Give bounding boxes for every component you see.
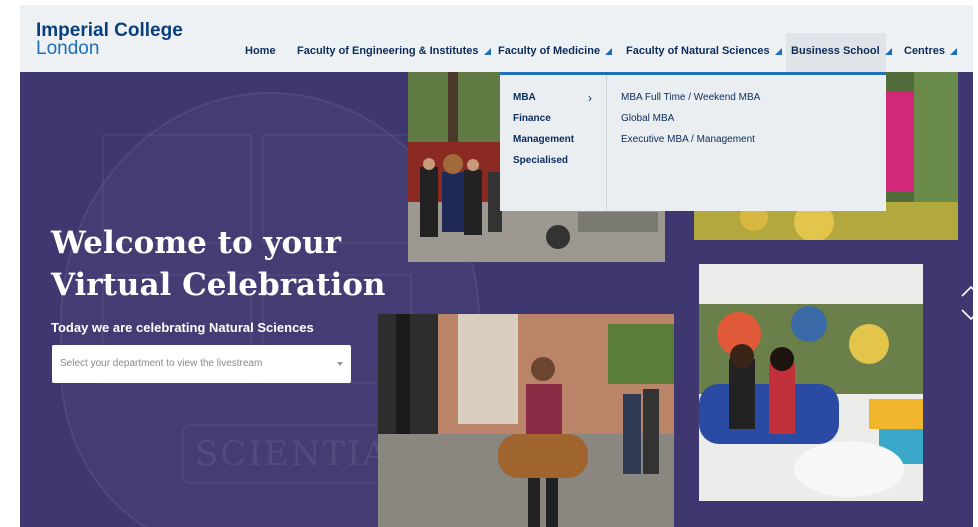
- department-select[interactable]: Select your department to view the lives…: [52, 345, 351, 383]
- menu-category-management[interactable]: Management: [513, 134, 574, 145]
- hero-subtitle: Today we are celebrating Natural Science…: [51, 320, 314, 335]
- menu-category-specialised[interactable]: Specialised: [513, 155, 568, 166]
- hero-title: Welcome to your Virtual Celebration: [51, 222, 411, 306]
- caret-icon: [483, 48, 491, 55]
- photo-drummer: [378, 314, 674, 527]
- page: Imperial College London Home Faculty of …: [0, 0, 978, 527]
- chevron-right-icon: ›: [588, 91, 592, 105]
- arrow-down-icon[interactable]: [961, 309, 973, 321]
- imperial-logo[interactable]: Imperial College London: [36, 21, 183, 59]
- hero-title-line1: Welcome to your: [51, 225, 342, 261]
- hero-title-line2: Virtual Celebration: [51, 267, 386, 303]
- nav-natural-sciences[interactable]: Faculty of Natural Sciences: [626, 45, 782, 57]
- mega-menu-categories: MBA › Finance Management Specialised: [500, 75, 607, 211]
- menu-category-finance[interactable]: Finance: [513, 113, 551, 124]
- crest-motto: SCIENTIA: [182, 424, 402, 484]
- caret-icon: [774, 48, 782, 55]
- dropdown-arrow-icon: [337, 362, 343, 366]
- caret-icon: [949, 48, 957, 55]
- department-select-placeholder: Select your department to view the lives…: [60, 358, 263, 369]
- submenu-item-mba-full-time[interactable]: MBA Full Time / Weekend MBA: [621, 92, 760, 103]
- caret-icon: [605, 48, 613, 55]
- submenu-item-global-mba[interactable]: Global MBA: [621, 113, 674, 124]
- nav-business-school[interactable]: Business School: [791, 45, 892, 57]
- caret-icon: [884, 48, 892, 55]
- arrow-up-icon[interactable]: [961, 285, 973, 297]
- nav-medicine[interactable]: Faculty of Medicine: [498, 45, 613, 57]
- submenu-item-executive-mba[interactable]: Executive MBA / Management: [621, 134, 755, 145]
- nav-engineering[interactable]: Faculty of Engineering & Institutes: [297, 45, 491, 57]
- logo-line2: London: [36, 38, 100, 59]
- nav-home[interactable]: Home: [245, 45, 276, 57]
- menu-category-mba[interactable]: MBA: [513, 92, 536, 103]
- photo-students-sofa: [699, 264, 923, 501]
- nav-centres[interactable]: Centres: [904, 45, 957, 57]
- business-school-mega-menu: MBA › Finance Management Specialised MBA…: [500, 72, 886, 211]
- site-header: Imperial College London Home Faculty of …: [20, 5, 973, 72]
